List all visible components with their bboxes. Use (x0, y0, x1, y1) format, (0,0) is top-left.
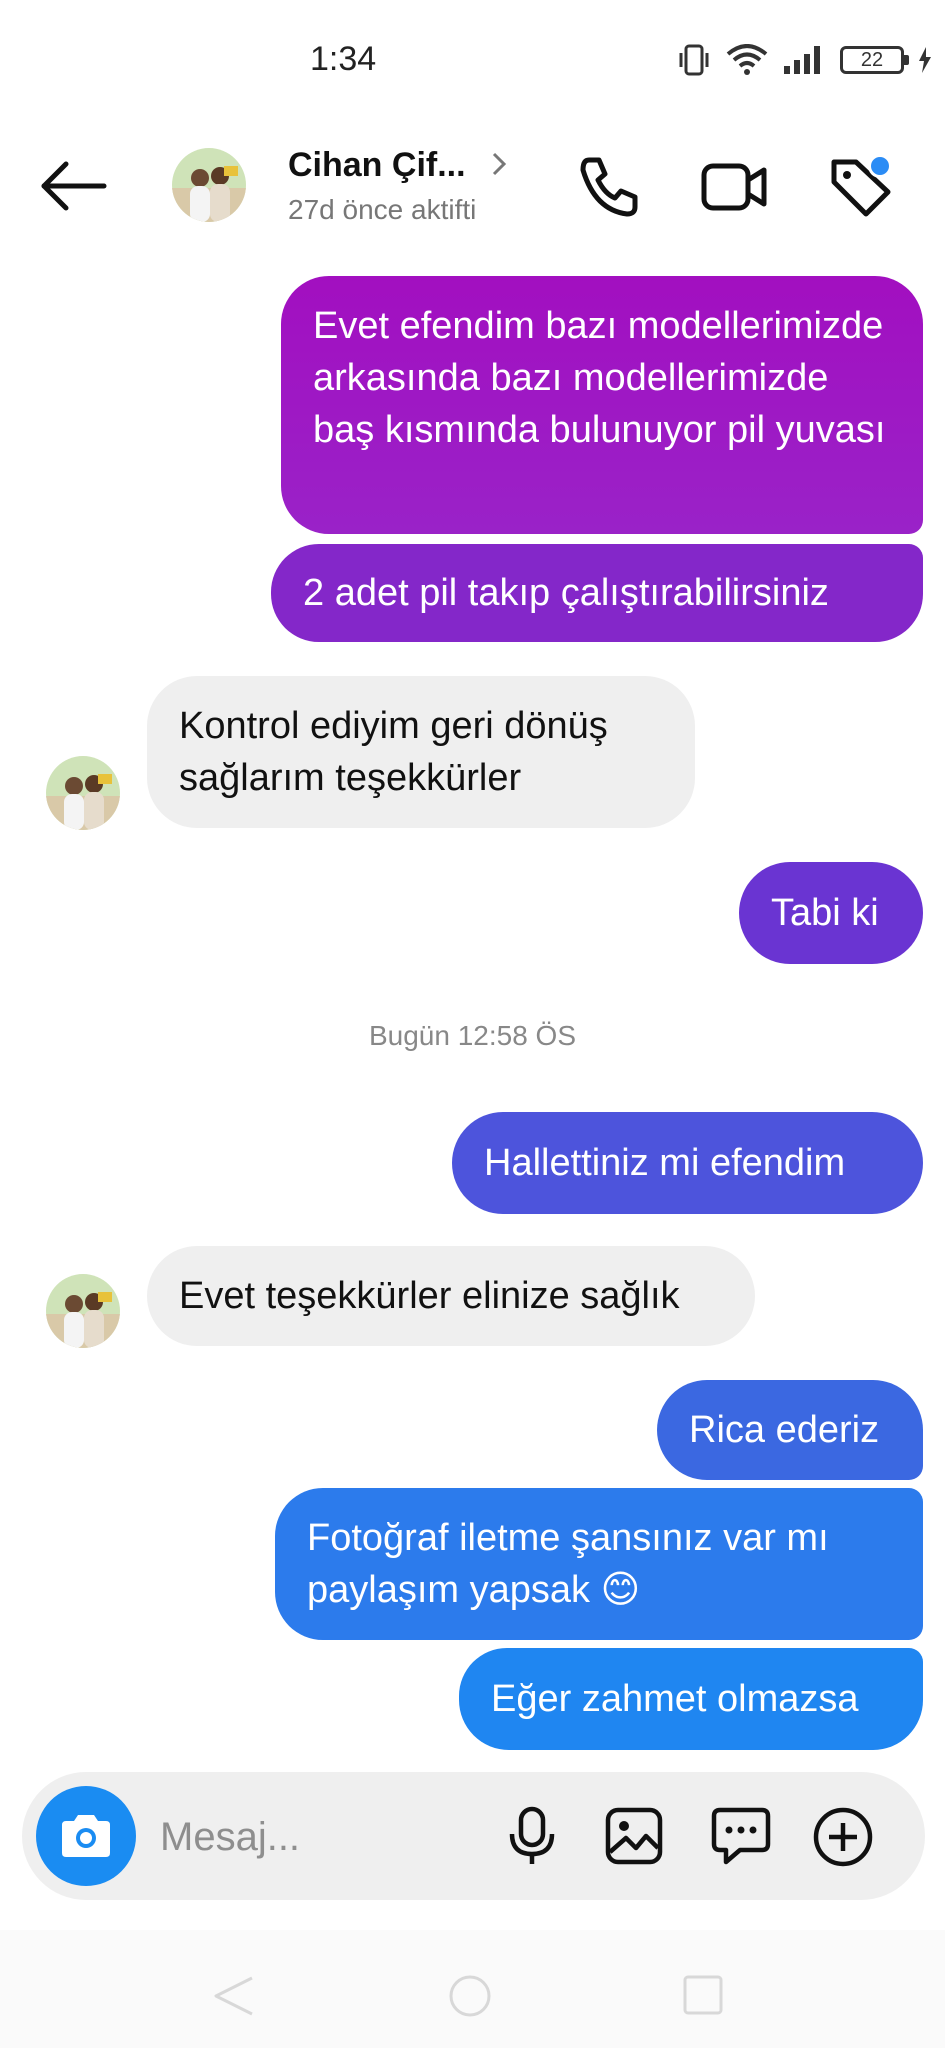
avatar[interactable] (46, 1274, 120, 1348)
tag-button[interactable] (826, 152, 896, 218)
battery-icon: 22 (840, 46, 909, 74)
contact-status: 27d önce aktifti (288, 194, 477, 225)
chat-header: Cihan Çif... 27d önce aktifti (0, 130, 945, 240)
timestamp: Bugün 12:58 ÖS (368, 1020, 577, 1051)
signal-icon (784, 46, 820, 74)
message-bubble-outgoing[interactable]: Evet efendim bazı modellerimizde arkasın… (281, 276, 923, 534)
camera-icon (62, 1815, 110, 1857)
chevron-right-icon[interactable] (490, 150, 508, 178)
message-bubble-outgoing[interactable]: Fotoğraf iletme şansınız var mı paylaşım… (275, 1488, 923, 1640)
nav-back-icon[interactable] (212, 1974, 256, 2018)
message-bubble-incoming[interactable]: Evet teşekkürler elinize sağlık (147, 1246, 755, 1346)
avatar[interactable] (172, 148, 246, 222)
phone-icon[interactable] (575, 154, 641, 220)
message-bubble-outgoing[interactable]: 2 adet pil takıp çalıştırabilirsiniz (271, 544, 923, 642)
nav-home-icon[interactable] (448, 1974, 492, 2018)
message-input[interactable] (158, 1802, 492, 1872)
charging-icon (919, 47, 931, 73)
message-composer (22, 1772, 925, 1900)
video-camera-icon[interactable] (700, 156, 768, 218)
nav-recents-icon[interactable] (682, 1974, 724, 2016)
message-bubble-incoming[interactable]: Kontrol ediyim geri dönüş sağlarım teşek… (147, 676, 695, 828)
message-bubble-outgoing[interactable]: Eğer zahmet olmazsa (459, 1648, 923, 1750)
message-bubble-outgoing[interactable]: Rica ederiz (657, 1380, 923, 1480)
microphone-icon[interactable] (504, 1806, 560, 1866)
status-icons: 22 (676, 44, 932, 76)
message-bubble-outgoing[interactable]: Tabi ki (739, 862, 923, 964)
wifi-icon (726, 44, 768, 75)
contact-name[interactable]: Cihan Çif... (288, 146, 466, 185)
gallery-icon[interactable] (604, 1806, 664, 1866)
status-bar: 1:34 22 (0, 0, 945, 120)
message-bubble-outgoing[interactable]: Hallettiniz mi efendim (452, 1112, 923, 1214)
system-nav-bar (0, 1930, 945, 2048)
plus-circle-icon[interactable] (812, 1806, 874, 1868)
status-time: 1:34 (310, 40, 377, 78)
vibrate-icon (679, 44, 709, 76)
back-arrow-icon[interactable] (38, 158, 108, 214)
sticker-icon[interactable] (710, 1806, 772, 1866)
notification-dot (868, 154, 892, 178)
avatar[interactable] (46, 756, 120, 830)
camera-button[interactable] (36, 1786, 136, 1886)
